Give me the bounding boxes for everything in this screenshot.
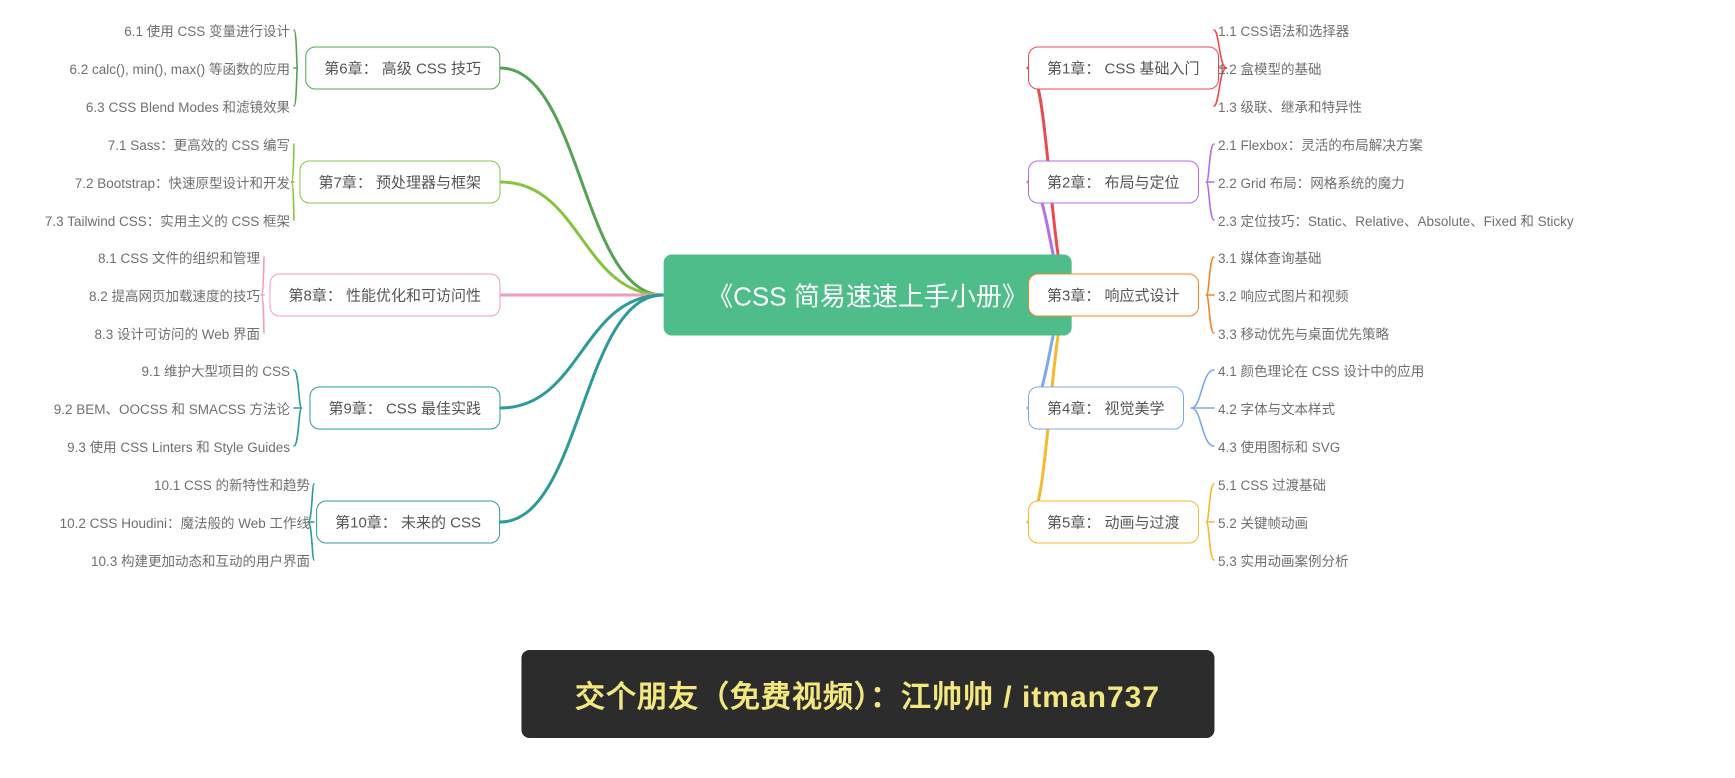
- leaf-list-7: 7.1 Sass：更高效的 CSS 编写 7.2 Bootstrap：快速原型设…: [45, 134, 290, 230]
- leaf: 5.2 关键帧动画: [1218, 512, 1349, 532]
- leaf: 9.3 使用 CSS Linters 和 Style Guides: [54, 436, 290, 456]
- leaf: 10.3 构建更加动态和互动的用户界面: [60, 550, 310, 570]
- leaf-list-1: 1.1 CSS语法和选择器 1.2 盒模型的基础 1.3 级联、继承和特异性: [1218, 20, 1362, 116]
- leaf-list-5: 5.1 CSS 过渡基础 5.2 关键帧动画 5.3 实用动画案例分析: [1218, 474, 1349, 570]
- leaf-list-10: 10.1 CSS 的新特性和趋势 10.2 CSS Houdini：魔法般的 W…: [60, 474, 310, 570]
- leaf-list-2: 2.1 Flexbox：灵活的布局解决方案 2.2 Grid 布局：网格系统的魔…: [1218, 134, 1574, 230]
- leaf: 2.2 Grid 布局：网格系统的魔力: [1218, 172, 1574, 192]
- leaf-list-3: 3.1 媒体查询基础 3.2 响应式图片和视频 3.3 移动优先与桌面优先策略: [1218, 247, 1389, 343]
- leaf: 8.3 设计可访问的 Web 界面: [89, 323, 260, 343]
- leaf: 7.3 Tailwind CSS：实用主义的 CSS 框架: [45, 210, 290, 230]
- chapter-node-4[interactable]: 第4章： 视觉美学: [1028, 387, 1184, 430]
- chapter-node-6[interactable]: 第6章： 高级 CSS 技巧: [305, 47, 500, 90]
- chapter-node-3[interactable]: 第3章： 响应式设计: [1028, 274, 1199, 317]
- center-node[interactable]: 《CSS 简易速速上手小册》: [663, 255, 1072, 336]
- leaf: 3.2 响应式图片和视频: [1218, 285, 1389, 305]
- leaf: 5.3 实用动画案例分析: [1218, 550, 1349, 570]
- leaf: 6.3 CSS Blend Modes 和滤镜效果: [69, 96, 290, 116]
- footer-banner: 交个朋友（免费视频）：江帅帅 / itman737: [521, 650, 1214, 738]
- chapter-node-1[interactable]: 第1章： CSS 基础入门: [1028, 47, 1219, 90]
- chapter-node-2[interactable]: 第2章： 布局与定位: [1028, 161, 1199, 204]
- leaf: 3.3 移动优先与桌面优先策略: [1218, 323, 1389, 343]
- chapter-node-5[interactable]: 第5章： 动画与过渡: [1028, 501, 1199, 544]
- leaf-list-8: 8.1 CSS 文件的组织和管理 8.2 提高网页加载速度的技巧 8.3 设计可…: [89, 247, 260, 343]
- leaf: 4.3 使用图标和 SVG: [1218, 436, 1424, 456]
- chapter-node-8[interactable]: 第8章： 性能优化和可访问性: [269, 274, 500, 317]
- leaf: 1.2 盒模型的基础: [1218, 58, 1362, 78]
- leaf: 9.1 维护大型项目的 CSS: [54, 360, 290, 380]
- chapter-node-9[interactable]: 第9章： CSS 最佳实践: [309, 387, 500, 430]
- mindmap-stage: 《CSS 简易速速上手小册》 第1章： CSS 基础入门 第2章： 布局与定位 …: [0, 0, 1735, 778]
- leaf: 9.2 BEM、OOCSS 和 SMACSS 方法论: [54, 398, 290, 418]
- leaf: 2.3 定位技巧：Static、Relative、Absolute、Fixed …: [1218, 210, 1574, 230]
- leaf: 5.1 CSS 过渡基础: [1218, 474, 1349, 494]
- leaf: 4.2 字体与文本样式: [1218, 398, 1424, 418]
- leaf-list-9: 9.1 维护大型项目的 CSS 9.2 BEM、OOCSS 和 SMACSS 方…: [54, 360, 290, 456]
- leaf: 10.1 CSS 的新特性和趋势: [60, 474, 310, 494]
- leaf-list-4: 4.1 颜色理论在 CSS 设计中的应用 4.2 字体与文本样式 4.3 使用图…: [1218, 360, 1424, 456]
- leaf: 1.3 级联、继承和特异性: [1218, 96, 1362, 116]
- leaf: 8.2 提高网页加载速度的技巧: [89, 285, 260, 305]
- leaf: 10.2 CSS Houdini：魔法般的 Web 工作线: [60, 512, 310, 532]
- chapter-node-10[interactable]: 第10章： 未来的 CSS: [316, 501, 500, 544]
- leaf: 4.1 颜色理论在 CSS 设计中的应用: [1218, 360, 1424, 380]
- leaf: 6.2 calc(), min(), max() 等函数的应用: [69, 58, 290, 78]
- leaf: 7.2 Bootstrap：快速原型设计和开发: [45, 172, 290, 192]
- leaf: 7.1 Sass：更高效的 CSS 编写: [45, 134, 290, 154]
- leaf: 1.1 CSS语法和选择器: [1218, 20, 1362, 40]
- leaf: 3.1 媒体查询基础: [1218, 247, 1389, 267]
- leaf: 8.1 CSS 文件的组织和管理: [89, 247, 260, 267]
- leaf-list-6: 6.1 使用 CSS 变量进行设计 6.2 calc(), min(), max…: [69, 20, 290, 116]
- leaf: 2.1 Flexbox：灵活的布局解决方案: [1218, 134, 1574, 154]
- chapter-node-7[interactable]: 第7章： 预处理器与框架: [299, 161, 500, 204]
- leaf: 6.1 使用 CSS 变量进行设计: [69, 20, 290, 40]
